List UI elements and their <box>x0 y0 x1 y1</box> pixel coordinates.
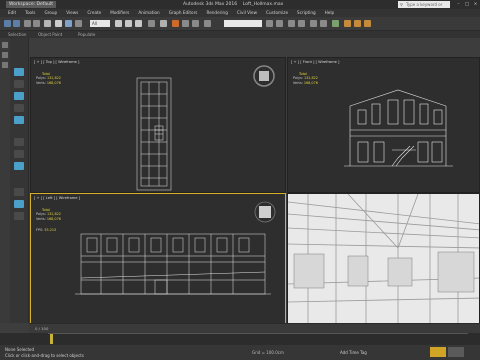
app-name: Autodesk 3ds Max 2016 <box>183 2 238 7</box>
scale-icon[interactable] <box>135 20 142 27</box>
menu-tools[interactable]: Tools <box>25 9 35 17</box>
scene-tool-6-icon[interactable] <box>14 138 24 146</box>
scene-explorer-panel <box>10 38 29 323</box>
scene-tool-8-icon[interactable] <box>14 162 24 170</box>
move-icon[interactable] <box>115 20 122 27</box>
maximize-icon[interactable]: □ <box>464 0 471 9</box>
tool-3-icon[interactable] <box>2 62 8 68</box>
track-bar[interactable] <box>0 333 480 345</box>
select-object-icon[interactable] <box>55 20 62 27</box>
viewport-perspective[interactable] <box>287 193 480 328</box>
set-key-button[interactable] <box>448 347 464 357</box>
tool-1-icon[interactable] <box>2 42 8 48</box>
perspective-shaded-render <box>288 194 479 327</box>
minimize-icon[interactable]: – <box>455 0 462 9</box>
snaps-toggle-icon[interactable] <box>172 20 179 27</box>
workspace-dropdown[interactable]: Workspace: Default <box>6 1 56 8</box>
ribbon-tab-populate[interactable]: Populate <box>78 31 95 38</box>
redo-icon[interactable] <box>13 20 20 27</box>
tool-2-icon[interactable] <box>2 52 8 58</box>
curve-editor-icon[interactable] <box>310 20 317 27</box>
menu-group[interactable]: Group <box>44 9 57 17</box>
viewcube-compass[interactable] <box>253 65 275 87</box>
reference-coord-icon[interactable] <box>148 20 155 27</box>
search-icon: ⚲ <box>400 2 403 7</box>
percent-snap-icon[interactable] <box>192 20 199 27</box>
ribbon-toggle-icon[interactable] <box>298 20 305 27</box>
scene-tool-9-icon[interactable] <box>14 188 24 196</box>
viewport-front[interactable]: [ + ] [ Front ] [ Wireframe ] Total Poly… <box>287 57 480 193</box>
render-setup-icon[interactable] <box>344 20 351 27</box>
scene-tool-7-icon[interactable] <box>14 150 24 158</box>
menu-animation[interactable]: Animation <box>138 9 159 17</box>
menu-edit[interactable]: Edit <box>8 9 16 17</box>
app-window: Workspace: Default Autodesk 3ds Max 2016… <box>0 0 480 360</box>
menu-help[interactable]: Help <box>325 9 335 17</box>
scene-tool-10-icon[interactable] <box>14 200 24 208</box>
layer-manager-icon[interactable] <box>288 20 295 27</box>
rendered-frame-icon[interactable] <box>354 20 361 27</box>
grid-size: Grid = 100.0cm <box>252 350 284 355</box>
ribbon-tab-selection[interactable]: Selection <box>8 31 26 38</box>
left-toolbar <box>0 38 10 323</box>
scene-tool-11-icon[interactable] <box>14 212 24 220</box>
scene-tool-2-icon[interactable] <box>14 80 24 88</box>
menu-scripting[interactable]: Scripting <box>297 9 316 17</box>
auto-key-button[interactable] <box>430 347 446 357</box>
window-controls: – □ × <box>455 0 479 9</box>
time-marker[interactable] <box>50 334 53 344</box>
top-wireframe <box>136 65 275 191</box>
title-bar: Workspace: Default Autodesk 3ds Max 2016… <box>0 0 480 14</box>
selection-status: None Selected <box>5 347 35 352</box>
add-time-tag-button[interactable]: Add Time Tag <box>340 350 367 355</box>
menu-views[interactable]: Views <box>66 9 78 17</box>
menu-customize[interactable]: Customize <box>266 9 288 17</box>
menu-rendering[interactable]: Rendering <box>206 9 227 17</box>
render-production-icon[interactable] <box>364 20 371 27</box>
region-select-icon[interactable] <box>75 20 82 27</box>
time-slider[interactable]: 0 / 100 <box>29 323 480 333</box>
status-bar: None Selected Click or click-and-drag to… <box>0 345 480 360</box>
main-toolbar: All <box>0 17 480 31</box>
menu-graph-editors[interactable]: Graph Editors <box>169 9 198 17</box>
scene-tool-1-icon[interactable] <box>14 68 24 76</box>
unlink-icon[interactable] <box>33 20 40 27</box>
left-wireframe <box>75 201 276 295</box>
menu-bar: Edit Tools Group Views Create Modifiers … <box>0 9 480 17</box>
viewport-top[interactable]: [ + ] [ Top ] [ Wireframe ] Total Polys:… <box>30 57 286 193</box>
scene-tool-4-icon[interactable] <box>14 104 24 112</box>
ribbon-tab-object-paint[interactable]: Object Paint <box>38 31 62 38</box>
ribbon-bar: Selection Object Paint Populate <box>0 31 480 38</box>
selection-filter-dropdown[interactable]: All <box>90 20 110 27</box>
named-selection-field[interactable] <box>224 20 262 27</box>
scene-tool-3-icon[interactable] <box>14 92 24 100</box>
mirror-icon[interactable] <box>266 20 273 27</box>
link-icon[interactable] <box>24 20 31 27</box>
search-input[interactable]: ⚲ Type a keyword or phrase <box>398 1 450 14</box>
menu-create[interactable]: Create <box>87 9 101 17</box>
align-icon[interactable] <box>276 20 283 27</box>
pivot-icon[interactable] <box>160 20 167 27</box>
material-editor-icon[interactable] <box>332 20 339 27</box>
scene-tool-5-icon[interactable] <box>14 116 24 124</box>
viewcube[interactable] <box>254 201 276 223</box>
rotate-icon[interactable] <box>125 20 132 27</box>
menu-modifiers[interactable]: Modifiers <box>110 9 129 17</box>
bind-spacewarp-icon[interactable] <box>44 20 51 27</box>
select-by-name-icon[interactable] <box>65 20 72 27</box>
close-icon[interactable]: × <box>472 0 479 9</box>
track-ruler <box>48 333 468 345</box>
viewport-left[interactable]: [ + ] [ Left ] [ Wireframe ] Total Polys… <box>30 193 286 328</box>
spinner-snap-icon[interactable] <box>204 20 211 27</box>
undo-icon[interactable] <box>4 20 11 27</box>
app-title: Autodesk 3ds Max 2016 Loft_Hollmax.max <box>183 0 283 9</box>
prompt-hint: Click or click-and-drag to select object… <box>5 353 84 358</box>
front-wireframe <box>344 89 453 167</box>
menu-civil-view[interactable]: Civil View <box>237 9 257 17</box>
file-name: Loft_Hollmax.max <box>242 2 284 7</box>
schematic-view-icon[interactable] <box>320 20 327 27</box>
angle-snap-icon[interactable] <box>182 20 189 27</box>
